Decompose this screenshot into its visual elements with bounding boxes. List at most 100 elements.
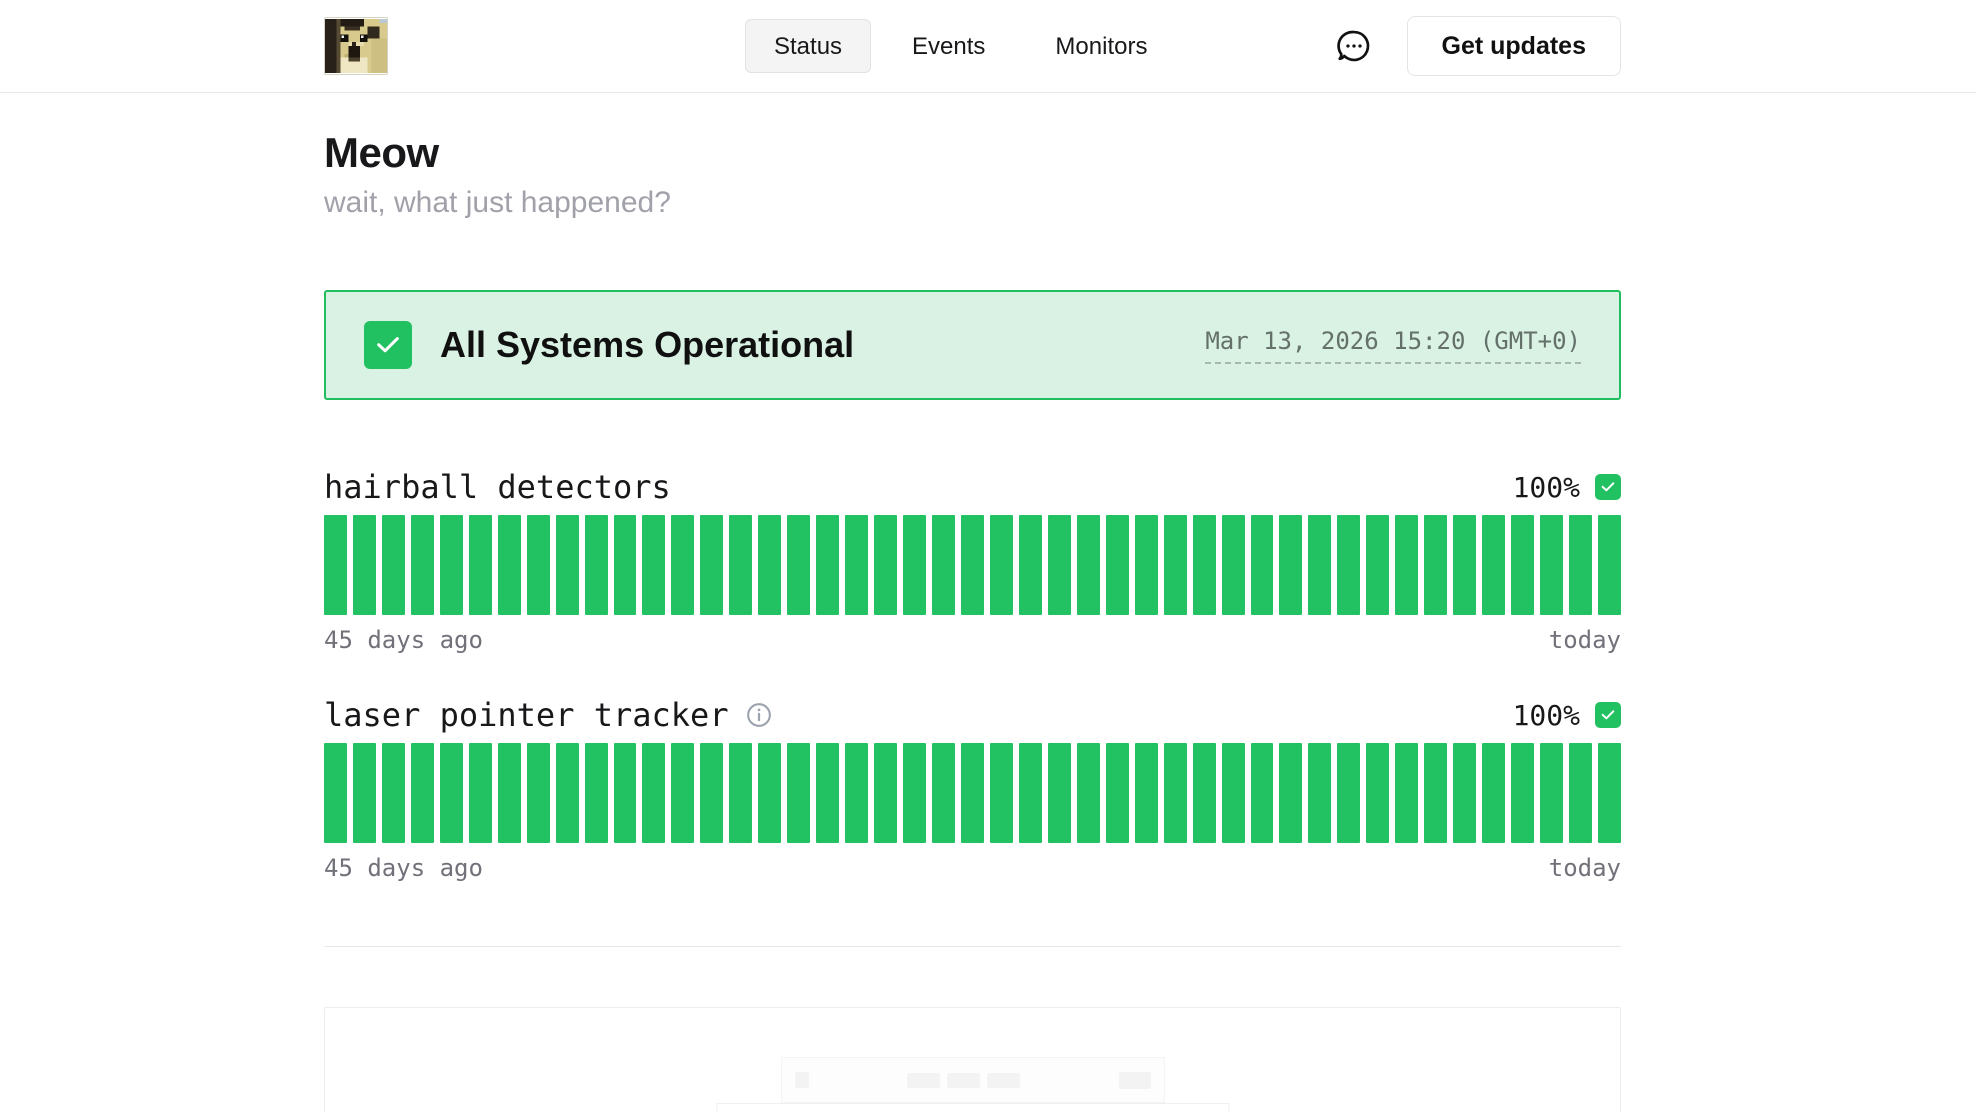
uptime-day-bar[interactable] bbox=[1453, 743, 1476, 843]
uptime-day-bar[interactable] bbox=[1424, 515, 1447, 615]
uptime-day-bar[interactable] bbox=[1135, 515, 1158, 615]
uptime-day-bar[interactable] bbox=[1251, 515, 1274, 615]
uptime-day-bar[interactable] bbox=[1569, 515, 1592, 615]
uptime-day-bar[interactable] bbox=[411, 515, 434, 615]
uptime-day-bar[interactable] bbox=[1164, 743, 1187, 843]
uptime-day-bar[interactable] bbox=[1453, 515, 1476, 615]
uptime-day-bar[interactable] bbox=[1048, 515, 1071, 615]
uptime-day-bar[interactable] bbox=[990, 515, 1013, 615]
uptime-day-bar[interactable] bbox=[1337, 515, 1360, 615]
status-timestamp[interactable]: Mar 13, 2026 15:20 (GMT+0) bbox=[1205, 327, 1581, 364]
uptime-day-bar[interactable] bbox=[440, 515, 463, 615]
uptime-day-bar[interactable] bbox=[903, 515, 926, 615]
uptime-day-bar[interactable] bbox=[642, 515, 665, 615]
uptime-day-bar[interactable] bbox=[614, 743, 637, 843]
uptime-day-bar[interactable] bbox=[874, 515, 897, 615]
uptime-day-bar[interactable] bbox=[903, 743, 926, 843]
uptime-day-bar[interactable] bbox=[353, 515, 376, 615]
range-end-label: today bbox=[1549, 854, 1621, 882]
uptime-day-bar[interactable] bbox=[585, 743, 608, 843]
uptime-day-bar[interactable] bbox=[1077, 515, 1100, 615]
uptime-day-bar[interactable] bbox=[1598, 515, 1621, 615]
uptime-day-bar[interactable] bbox=[1019, 743, 1042, 843]
section-divider bbox=[324, 946, 1621, 947]
uptime-day-bar[interactable] bbox=[411, 743, 434, 843]
uptime-day-bar[interactable] bbox=[1222, 515, 1245, 615]
uptime-day-bar[interactable] bbox=[874, 743, 897, 843]
uptime-day-bar[interactable] bbox=[353, 743, 376, 843]
uptime-day-bar[interactable] bbox=[816, 515, 839, 615]
tab-monitors[interactable]: Monitors bbox=[1026, 19, 1176, 73]
uptime-day-bar[interactable] bbox=[382, 515, 405, 615]
uptime-day-bar[interactable] bbox=[556, 515, 579, 615]
uptime-day-bar[interactable] bbox=[787, 743, 810, 843]
uptime-day-bar[interactable] bbox=[1598, 743, 1621, 843]
uptime-day-bar[interactable] bbox=[758, 743, 781, 843]
site-logo[interactable] bbox=[324, 17, 388, 75]
uptime-day-bar[interactable] bbox=[1164, 515, 1187, 615]
uptime-day-bar[interactable] bbox=[1511, 743, 1534, 843]
uptime-day-bar[interactable] bbox=[932, 515, 955, 615]
uptime-day-bar[interactable] bbox=[1511, 515, 1534, 615]
uptime-day-bar[interactable] bbox=[700, 743, 723, 843]
uptime-day-bar[interactable] bbox=[1077, 743, 1100, 843]
uptime-day-bar[interactable] bbox=[1424, 743, 1447, 843]
uptime-day-bar[interactable] bbox=[642, 743, 665, 843]
uptime-day-bar[interactable] bbox=[1540, 743, 1563, 843]
uptime-day-bar[interactable] bbox=[527, 515, 550, 615]
get-updates-button[interactable]: Get updates bbox=[1407, 16, 1621, 76]
uptime-day-bar[interactable] bbox=[816, 743, 839, 843]
uptime-day-bar[interactable] bbox=[585, 515, 608, 615]
uptime-day-bar[interactable] bbox=[990, 743, 1013, 843]
uptime-day-bar[interactable] bbox=[1193, 743, 1216, 843]
uptime-day-bar[interactable] bbox=[1251, 743, 1274, 843]
uptime-day-bar[interactable] bbox=[1279, 743, 1302, 843]
tab-events[interactable]: Events bbox=[883, 19, 1014, 73]
uptime-day-bar[interactable] bbox=[527, 743, 550, 843]
uptime-day-bar[interactable] bbox=[1019, 515, 1042, 615]
uptime-day-bar[interactable] bbox=[324, 515, 347, 615]
uptime-day-bar[interactable] bbox=[787, 515, 810, 615]
uptime-day-bar[interactable] bbox=[469, 743, 492, 843]
uptime-day-bar[interactable] bbox=[1395, 515, 1418, 615]
uptime-day-bar[interactable] bbox=[469, 515, 492, 615]
uptime-day-bar[interactable] bbox=[671, 743, 694, 843]
uptime-day-bar[interactable] bbox=[961, 743, 984, 843]
uptime-day-bar[interactable] bbox=[1106, 743, 1129, 843]
tab-status[interactable]: Status bbox=[745, 19, 871, 73]
uptime-day-bar[interactable] bbox=[1135, 743, 1158, 843]
uptime-day-bar[interactable] bbox=[1337, 743, 1360, 843]
uptime-day-bar[interactable] bbox=[1308, 743, 1331, 843]
uptime-day-bar[interactable] bbox=[1569, 743, 1592, 843]
uptime-day-bar[interactable] bbox=[440, 743, 463, 843]
uptime-day-bar[interactable] bbox=[1048, 743, 1071, 843]
uptime-day-bar[interactable] bbox=[1366, 743, 1389, 843]
uptime-day-bar[interactable] bbox=[1482, 515, 1505, 615]
uptime-day-bar[interactable] bbox=[961, 515, 984, 615]
uptime-day-bar[interactable] bbox=[1222, 743, 1245, 843]
uptime-day-bar[interactable] bbox=[556, 743, 579, 843]
uptime-day-bar[interactable] bbox=[1540, 515, 1563, 615]
uptime-day-bar[interactable] bbox=[671, 515, 694, 615]
uptime-day-bar[interactable] bbox=[324, 743, 347, 843]
uptime-day-bar[interactable] bbox=[1482, 743, 1505, 843]
uptime-day-bar[interactable] bbox=[729, 743, 752, 843]
feedback-button[interactable] bbox=[1335, 27, 1373, 65]
uptime-day-bar[interactable] bbox=[1395, 743, 1418, 843]
uptime-day-bar[interactable] bbox=[700, 515, 723, 615]
uptime-day-bar[interactable] bbox=[845, 515, 868, 615]
uptime-day-bar[interactable] bbox=[845, 743, 868, 843]
uptime-day-bar[interactable] bbox=[729, 515, 752, 615]
uptime-day-bar[interactable] bbox=[614, 515, 637, 615]
uptime-day-bar[interactable] bbox=[1308, 515, 1331, 615]
uptime-day-bar[interactable] bbox=[932, 743, 955, 843]
monitor-info-button[interactable] bbox=[745, 701, 773, 729]
uptime-day-bar[interactable] bbox=[498, 515, 521, 615]
uptime-day-bar[interactable] bbox=[758, 515, 781, 615]
uptime-day-bar[interactable] bbox=[1106, 515, 1129, 615]
uptime-day-bar[interactable] bbox=[498, 743, 521, 843]
uptime-day-bar[interactable] bbox=[1279, 515, 1302, 615]
uptime-day-bar[interactable] bbox=[382, 743, 405, 843]
uptime-day-bar[interactable] bbox=[1193, 515, 1216, 615]
uptime-day-bar[interactable] bbox=[1366, 515, 1389, 615]
